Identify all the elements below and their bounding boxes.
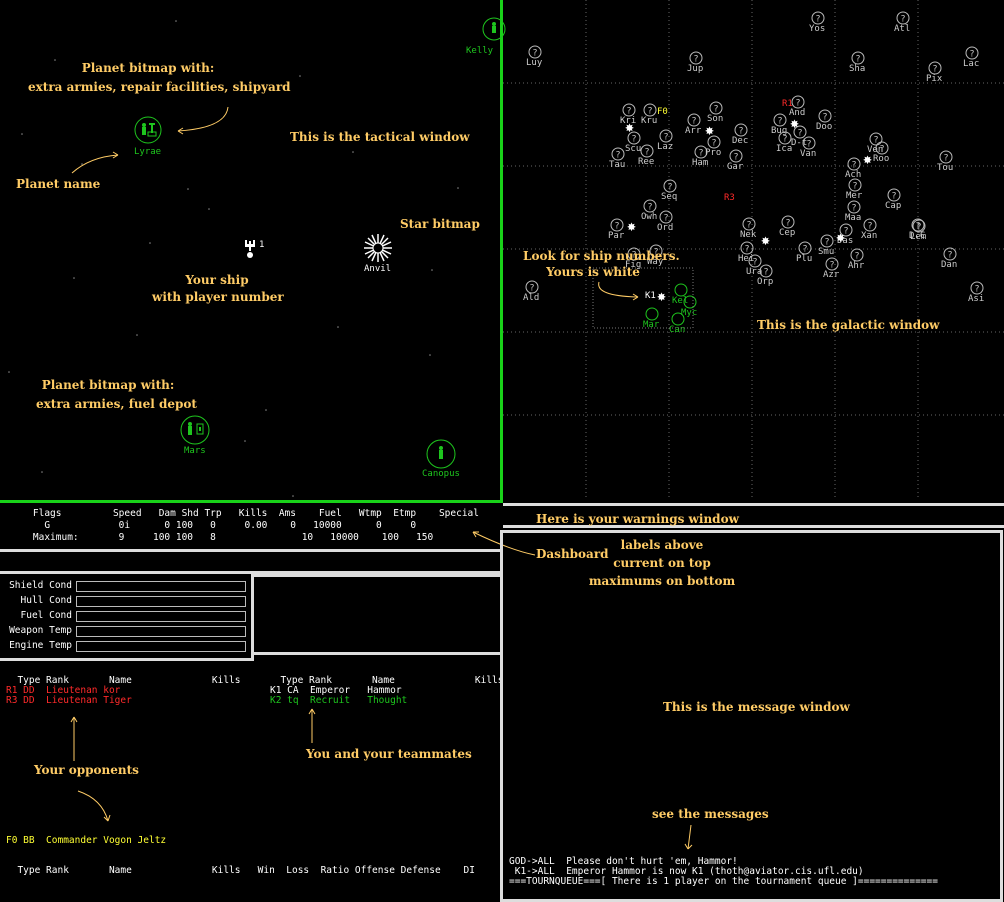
annotation-look-ship: Look for ship numbers. Yours is white <box>523 249 680 279</box>
annotation-line: with player number <box>152 290 284 304</box>
annotation-line: Your ship <box>185 273 249 287</box>
dashboard-current: G 0i 0 100 0 0.00 0 10000 0 0 <box>10 520 417 531</box>
annotation-planet-bitmap-2: Planet bitmap with: extra armies, fuel d… <box>36 378 197 411</box>
conditions-panel: Shield Cond Hull Cond Fuel Cond Weapon T… <box>0 574 254 661</box>
annotation-message-window: This is the message window <box>663 700 850 714</box>
annotation-tactical: This is the tactical window <box>290 130 470 144</box>
annotation-star-bitmap: Star bitmap <box>400 217 480 231</box>
shield-cond-bar <box>76 581 246 592</box>
annotation-line: Planet bitmap with: <box>81 61 215 75</box>
dashboard-maximum: Maximum: 9 100 100 8 10 10000 100 150 <box>10 532 434 543</box>
weapon-temp-bar <box>76 626 246 637</box>
annotation-your-ship: Your ship with player number <box>152 273 284 304</box>
annotation-teammates: You and your teammates <box>306 747 472 761</box>
fuel-cond-label: Fuel Cond <box>20 610 72 621</box>
player-list-bottom-header: Type Rank Name Kills Win Loss Ratio Offe… <box>6 865 475 876</box>
annotation-see-messages: see the messages <box>652 807 769 821</box>
conditions-side-box <box>254 574 500 655</box>
engine-temp-label: Engine Temp <box>9 640 72 651</box>
hull-cond-bar <box>76 596 246 607</box>
annotation-galactic: This is the galactic window <box>757 318 940 332</box>
weapon-temp-label: Weapon Temp <box>9 625 72 636</box>
shield-cond-label: Shield Cond <box>9 580 72 591</box>
annotation-planet-bitmap-1: Planet bitmap with: extra armies, repair… <box>28 61 291 94</box>
annotation-line: Yours is white <box>546 265 640 279</box>
engine-temp-bar <box>76 641 246 652</box>
annotation-planet-name: Planet name <box>16 177 101 191</box>
fuel-cond-bar <box>76 611 246 622</box>
message-annotation-arrow <box>684 824 693 850</box>
dashboard-header: Flags Speed Dam Shd Trp Kills Ams Fuel W… <box>10 508 479 519</box>
dashboard-spacer <box>0 552 500 574</box>
dashboard: Flags Speed Dam Shd Trp Kills Ams Fuel W… <box>0 503 500 552</box>
annotation-warnings: Here is your warnings window <box>536 512 739 526</box>
annotation-opponents: Your opponents <box>34 763 139 777</box>
message-line-3: ===TOURNQUEUE===[ There is 1 player on t… <box>509 876 938 887</box>
annotation-line: extra armies, repair facilities, shipyar… <box>28 80 291 94</box>
hull-cond-label: Hull Cond <box>20 595 72 606</box>
player-list: Type Rank Name Kills Type Rank Name Kill… <box>0 661 504 898</box>
annotation-line: Look for ship numbers. <box>523 249 680 263</box>
annotation-line: Planet bitmap with: <box>41 378 175 392</box>
galactic-window[interactable]: ? Yos? Atl? Luy? Lac? Jup? Sha? Pix? Kri? Kru? Son… <box>503 0 1004 500</box>
annotation-line: extra armies, fuel depot <box>36 397 197 411</box>
message-window[interactable]: This is the message window see the messa… <box>500 530 1003 902</box>
tactical-window[interactable]: Kelly Lyrae Anvil 1 Mars Canopus Planet … <box>0 0 506 503</box>
